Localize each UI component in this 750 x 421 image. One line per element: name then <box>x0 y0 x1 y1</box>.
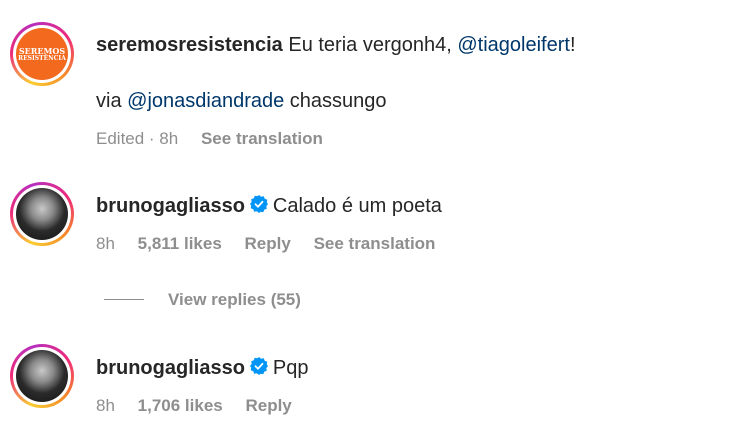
reply-button[interactable]: Reply <box>245 396 291 416</box>
comment-body: Calado é um poeta <box>272 195 442 217</box>
avatar-brunogagliasso[interactable] <box>10 182 74 246</box>
likes-count[interactable]: 5,811 likes <box>138 234 222 254</box>
see-translation-button[interactable]: See translation <box>314 234 436 254</box>
username-link[interactable]: brunogagliasso <box>96 195 245 217</box>
timestamp: 8h <box>96 234 115 253</box>
mention-link[interactable]: @tiagoleifert <box>457 34 570 56</box>
comment-body: Pqp <box>272 357 309 379</box>
comment-text-line2: via @jonasdiandrade chassungo <box>96 90 387 112</box>
reply-button[interactable]: Reply <box>245 234 291 254</box>
timestamp: 8h <box>96 396 115 415</box>
likes-count[interactable]: 1,706 likes <box>138 396 223 416</box>
profile-photo <box>16 188 68 240</box>
profile-photo <box>16 350 68 402</box>
verified-badge-icon <box>249 195 268 213</box>
replies-divider <box>104 299 144 300</box>
edited-label: Edited · 8h <box>96 129 179 148</box>
avatar-seremosresistencia[interactable]: SEREMOS RESISTÊNCIA <box>10 22 74 86</box>
comment-meta: Edited · 8h See translation <box>96 129 323 149</box>
comment-body: Eu teria vergonh4, <box>288 34 452 56</box>
verified-badge-icon <box>249 357 268 375</box>
comment-meta: 8h 1,706 likes Reply <box>96 396 292 416</box>
username-link[interactable]: brunogagliasso <box>96 357 245 379</box>
comment-text: brunogagliasso Pqp <box>96 356 309 380</box>
org-logo: SEREMOS RESISTÊNCIA <box>16 28 68 80</box>
avatar-brunogagliasso[interactable] <box>10 344 74 408</box>
mention-link[interactable]: @jonasdiandrade <box>127 90 284 112</box>
view-replies-button[interactable]: View replies (55) <box>168 290 301 310</box>
username-link[interactable]: seremosresistencia <box>96 34 283 56</box>
comment-text: brunogagliasso Calado é um poeta <box>96 194 442 218</box>
comment-meta: 8h 5,811 likes Reply See translation <box>96 234 435 254</box>
see-translation-button[interactable]: See translation <box>201 129 323 149</box>
comment-text: seremosresistencia Eu teria vergonh4, @t… <box>96 34 576 56</box>
